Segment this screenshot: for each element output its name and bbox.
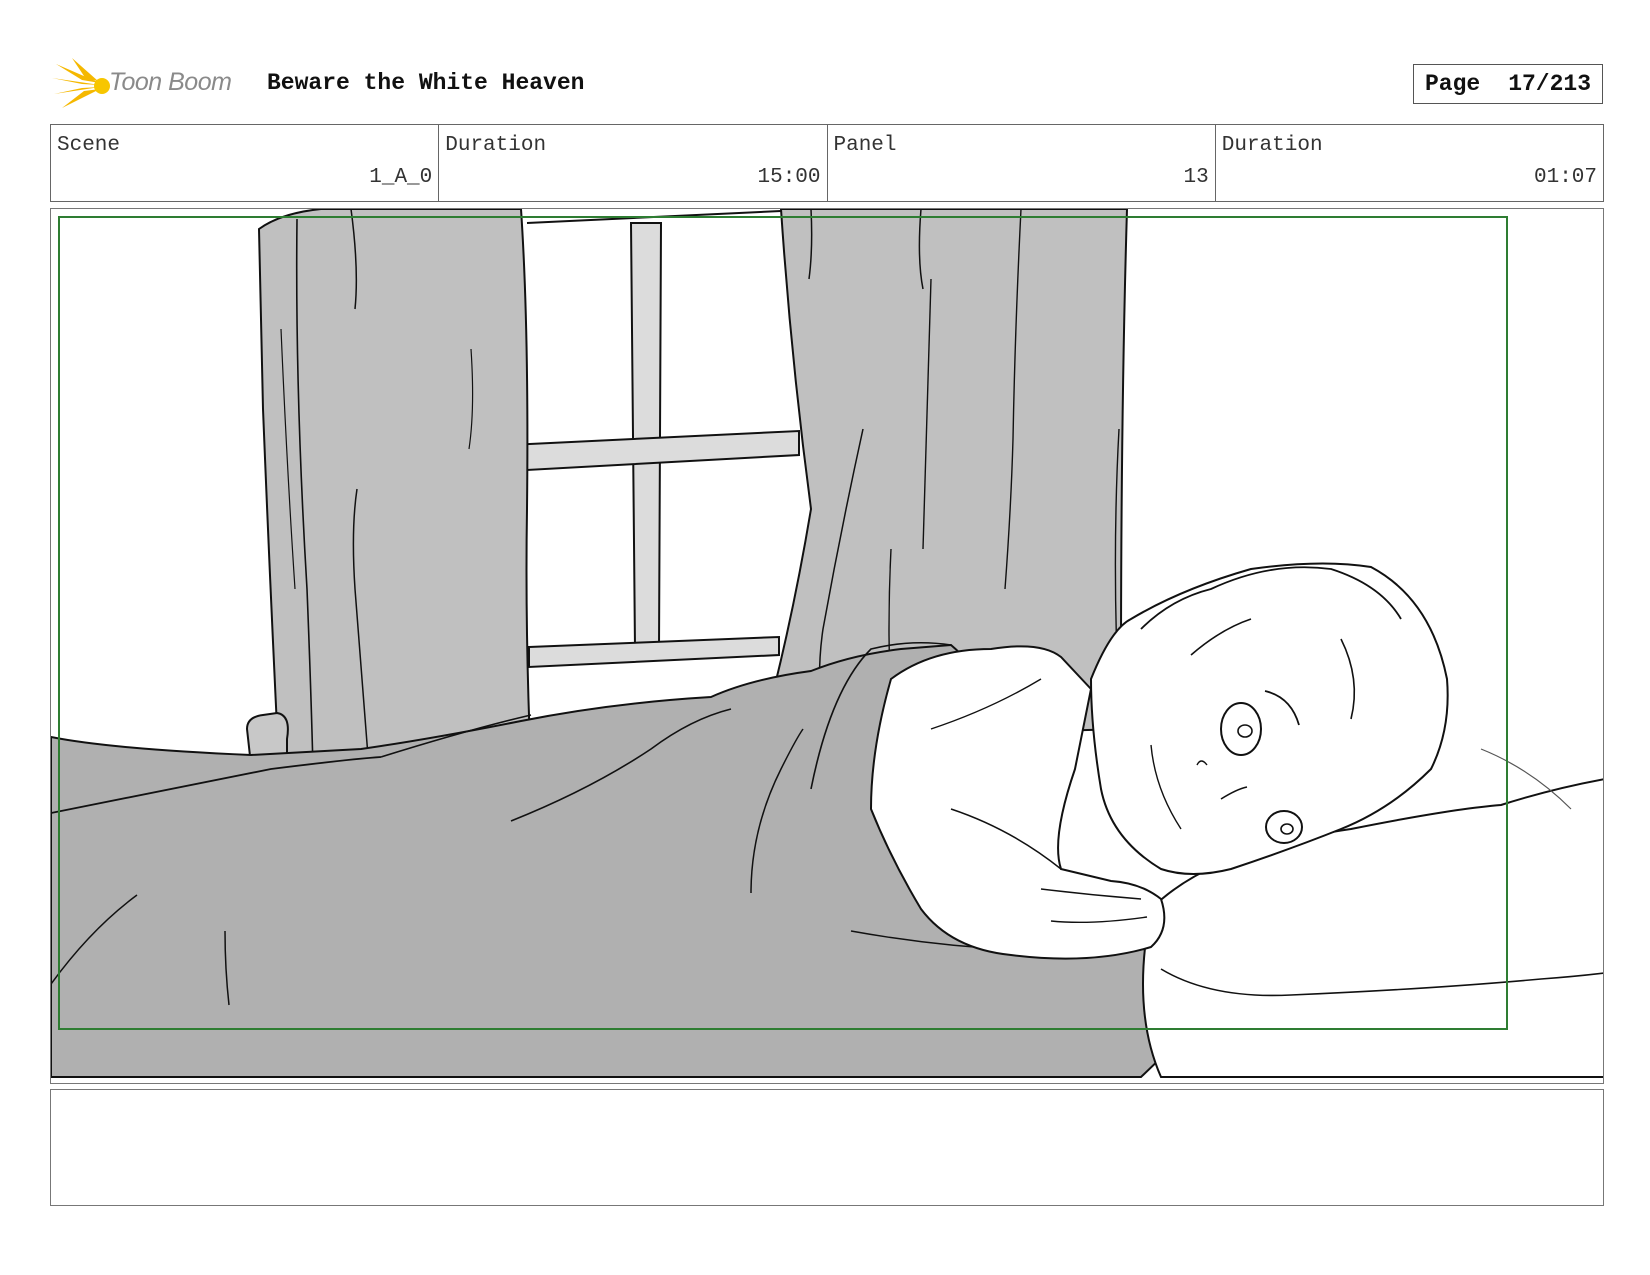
- starburst-icon: [52, 58, 110, 108]
- toon-boom-logo: Toon Boom: [52, 58, 252, 112]
- page-number: 17/213: [1508, 71, 1592, 97]
- panel-label: Panel: [833, 134, 897, 157]
- scene-duration-value: 15:00: [757, 166, 821, 189]
- project-title: Beware the White Heaven: [267, 70, 585, 96]
- scene-duration-label: Duration: [445, 134, 547, 157]
- panel-duration-cell: Duration 01:07: [1216, 125, 1603, 201]
- scene-info-bar: Scene 1_A_0 Duration 15:00 Panel 13 Dura…: [50, 124, 1604, 202]
- panel-duration-value: 01:07: [1533, 166, 1597, 189]
- scene-cell: Scene 1_A_0: [51, 125, 440, 201]
- panel-value: 13: [1183, 166, 1209, 189]
- scene-duration-cell: Duration 15:00: [439, 125, 828, 201]
- logo-text: Toon Boom: [109, 68, 232, 96]
- page-indicator: Page 17/213: [1413, 64, 1603, 104]
- panel-sketch: [51, 209, 1603, 1078]
- page-label: Page: [1424, 71, 1481, 97]
- storyboard-panel: [50, 208, 1604, 1084]
- left-curtain: [257, 209, 533, 811]
- panel-cell: Panel 13: [828, 125, 1216, 201]
- panel-duration-label: Duration: [1221, 134, 1323, 157]
- panel-notes: [50, 1089, 1604, 1206]
- scene-label: Scene: [57, 134, 121, 157]
- scene-value: 1_A_0: [369, 166, 433, 189]
